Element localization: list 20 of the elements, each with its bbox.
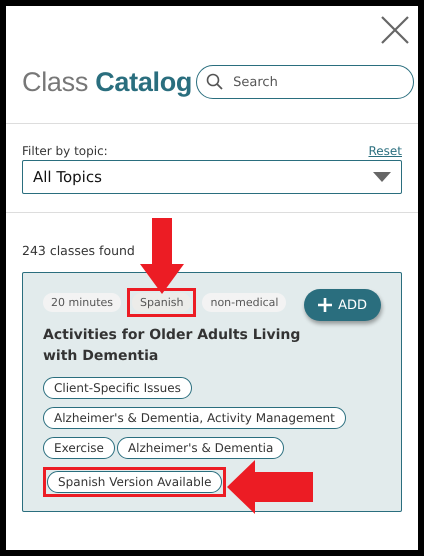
class-badge: 20 minutes bbox=[43, 292, 122, 312]
caret-icon bbox=[373, 172, 391, 182]
reset-link[interactable]: Reset bbox=[368, 144, 402, 158]
class-badge: Spanish bbox=[132, 292, 192, 312]
topic-tag[interactable]: Alzheimer's & Dementia, Activity Management bbox=[43, 407, 346, 429]
class-badge: non-medical bbox=[202, 292, 286, 312]
plus-icon bbox=[318, 298, 332, 312]
filter-label: Filter by topic: bbox=[22, 144, 108, 158]
page-title: Class Catalog bbox=[22, 66, 192, 98]
class-title: Activities for Older Adults Living with Dementia bbox=[43, 326, 302, 366]
topic-dropdown[interactable]: All Topics bbox=[22, 160, 402, 194]
topic-tag[interactable]: Exercise bbox=[43, 437, 115, 459]
topic-tag[interactable]: Alzheimer's & Dementia bbox=[116, 437, 284, 459]
search-field[interactable]: Search bbox=[196, 65, 414, 99]
result-count: 243 classes found bbox=[22, 243, 136, 258]
search-icon bbox=[206, 73, 224, 91]
add-button[interactable]: ADD bbox=[304, 289, 381, 321]
topic-tag[interactable]: Spanish Version Available bbox=[47, 471, 222, 493]
topic-tag[interactable]: Client-Specific Issues bbox=[43, 377, 192, 399]
close-icon[interactable] bbox=[380, 15, 410, 45]
